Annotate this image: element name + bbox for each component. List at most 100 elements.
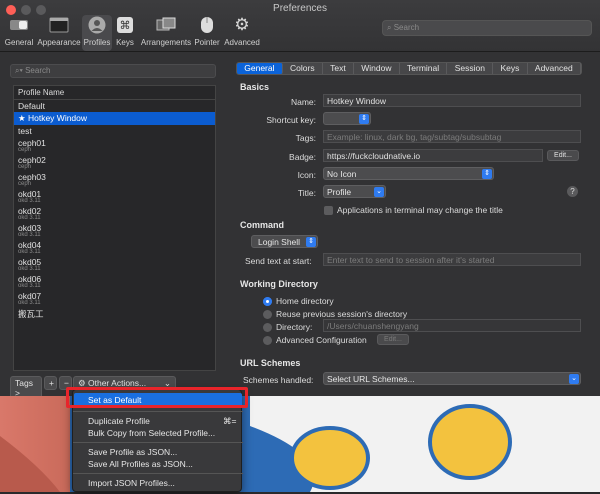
send-text-label: Send text at start: — [245, 256, 312, 266]
apps-change-title-label: Applications in terminal may change the … — [337, 205, 503, 215]
profile-row[interactable]: ceph03ceph — [14, 171, 215, 188]
profile-row[interactable]: 搬瓦工 — [14, 307, 215, 321]
shell-value: Login Shell — [255, 237, 300, 247]
tab-terminal[interactable]: Terminal — [400, 63, 448, 74]
profile-search-input[interactable]: ⌕▾ Search — [10, 64, 216, 78]
tab-text[interactable]: Text — [323, 63, 354, 74]
arrangements-icon — [155, 15, 177, 35]
menu-item-import-json[interactable]: Import JSON Profiles... — [88, 478, 175, 488]
tab-general[interactable]: General — [237, 63, 283, 74]
name-field[interactable]: Hotkey Window — [323, 94, 581, 107]
add-profile-button[interactable]: + — [44, 376, 57, 390]
profile-row[interactable]: ceph01ceph — [14, 137, 215, 154]
title-popup[interactable]: Profile ⌄ — [323, 185, 386, 198]
shell-popup[interactable]: Login Shell ⇕ — [251, 235, 318, 248]
directory-field[interactable]: /Users/chuanshengyang — [323, 319, 581, 332]
send-text-field[interactable]: Enter text to send to session after it's… — [323, 253, 581, 266]
menu-separator — [73, 473, 243, 474]
section-working-directory-title: Working Directory — [240, 279, 318, 289]
profile-row[interactable]: ceph02ceph — [14, 154, 215, 171]
home-directory-option[interactable]: Home directory — [263, 296, 334, 306]
toolbar-label: Keys — [116, 38, 134, 47]
menu-item-bulk-copy[interactable]: Bulk Copy from Selected Profile... — [88, 428, 215, 438]
toolbar-profiles[interactable]: Profiles — [82, 15, 112, 51]
toolbar-label: Pointer — [194, 38, 219, 47]
chevron-down-icon: ⌄ — [374, 187, 384, 197]
radio-button[interactable] — [263, 297, 272, 306]
menu-item-duplicate-profile[interactable]: Duplicate Profile — [88, 416, 150, 426]
tab-window[interactable]: Window — [354, 63, 400, 74]
title-value: Profile — [327, 187, 351, 197]
profile-tag: okd 3.11 — [18, 266, 211, 272]
tab-session[interactable]: Session — [447, 63, 493, 74]
profile-list-header: Profile Name — [14, 86, 215, 100]
toolbar-pointer[interactable]: Pointer — [193, 15, 221, 51]
keyboard-icon: ⌘ — [114, 15, 136, 35]
tab-advanced[interactable]: Advanced — [528, 63, 581, 74]
profile-tag: okd 3.11 — [18, 283, 211, 289]
directory-option[interactable]: Directory: — [263, 322, 312, 332]
toolbar-appearance[interactable]: Appearance — [36, 15, 82, 51]
search-input[interactable]: ⌕ Search — [382, 20, 592, 36]
profile-row[interactable]: okd06okd 3.11 — [14, 273, 215, 290]
chevron-updown-icon: ⇕ — [306, 237, 316, 247]
url-schemes-value: Select URL Schemes... — [327, 374, 415, 384]
tab-colors[interactable]: Colors — [283, 63, 323, 74]
toolbar-general[interactable]: General — [3, 15, 35, 51]
menu-item-save-profile-json[interactable]: Save Profile as JSON... — [88, 447, 177, 457]
home-directory-label: Home directory — [276, 296, 334, 306]
shortcut-key-popup[interactable]: ⇕ — [323, 112, 371, 125]
profile-row[interactable]: Default — [14, 100, 215, 112]
profile-name: test — [18, 126, 211, 136]
toolbar-arrangements[interactable]: Arrangements — [139, 15, 193, 51]
profile-rows: Default★ Hotkey Windowtestceph01cephceph… — [14, 100, 215, 321]
title-label: Title: — [236, 188, 316, 198]
checkbox[interactable] — [324, 206, 333, 215]
name-label: Name: — [236, 97, 316, 107]
section-url-schemes-title: URL Schemes — [240, 358, 300, 368]
profile-tag: okd 3.11 — [18, 249, 211, 255]
profile-icon — [86, 15, 108, 35]
apps-change-title-option[interactable]: Applications in terminal may change the … — [324, 205, 503, 215]
profile-row[interactable]: okd07okd 3.11 — [14, 290, 215, 307]
toolbar-label: General — [5, 38, 33, 47]
radio-button[interactable] — [263, 336, 272, 345]
advanced-config-option[interactable]: Advanced Configuration — [263, 335, 367, 345]
tags-field[interactable]: Example: linux, dark bg, tag/subtag/subs… — [323, 130, 581, 143]
profile-tag: ceph — [18, 164, 211, 170]
toolbar-keys[interactable]: ⌘ Keys — [113, 15, 137, 51]
search-icon: ⌕▾ — [15, 66, 23, 75]
badge-edit-button[interactable]: Edit... — [547, 150, 579, 161]
section-basics-title: Basics — [240, 82, 269, 92]
profile-row[interactable]: okd03okd 3.11 — [14, 222, 215, 239]
radio-button[interactable] — [263, 323, 272, 332]
profile-row[interactable]: ★ Hotkey Window — [14, 112, 215, 125]
help-button[interactable]: ? — [567, 186, 578, 197]
url-schemes-popup[interactable]: Select URL Schemes... ⌄ — [323, 372, 581, 385]
profile-row[interactable]: test — [14, 125, 215, 137]
shortcut-label: Shortcut key: — [236, 115, 316, 125]
profile-name: 搬瓦工 — [18, 308, 211, 320]
profile-row[interactable]: okd01okd 3.11 — [14, 188, 215, 205]
radio-button[interactable] — [263, 310, 272, 319]
toolbar-label: Advanced — [224, 38, 260, 47]
tags-label: Tags: — [236, 133, 316, 143]
profile-tag: ceph — [18, 181, 211, 187]
icon-popup[interactable]: No Icon ⇕ — [323, 167, 494, 180]
profile-tag: ceph — [18, 147, 211, 153]
highlight-annotation-box — [66, 387, 248, 408]
advanced-config-edit-button[interactable]: Edit... — [377, 334, 409, 345]
profile-row[interactable]: okd05okd 3.11 — [14, 256, 215, 273]
advanced-config-label: Advanced Configuration — [276, 335, 367, 345]
search-icon: ⌕ — [387, 23, 391, 32]
toolbar-advanced[interactable]: ⚙ Advanced — [223, 15, 261, 51]
badge-field[interactable]: https://fuckcloudnative.io — [323, 149, 543, 162]
tab-keys[interactable]: Keys — [493, 63, 527, 74]
reuse-directory-option[interactable]: Reuse previous session's directory — [263, 309, 407, 319]
profile-row[interactable]: okd04okd 3.11 — [14, 239, 215, 256]
toolbar-label: Arrangements — [141, 38, 191, 47]
menu-item-save-all-json[interactable]: Save All Profiles as JSON... — [88, 459, 193, 469]
chevron-updown-icon: ⇕ — [359, 114, 369, 124]
section-command-title: Command — [240, 220, 284, 230]
profile-row[interactable]: okd02okd 3.11 — [14, 205, 215, 222]
